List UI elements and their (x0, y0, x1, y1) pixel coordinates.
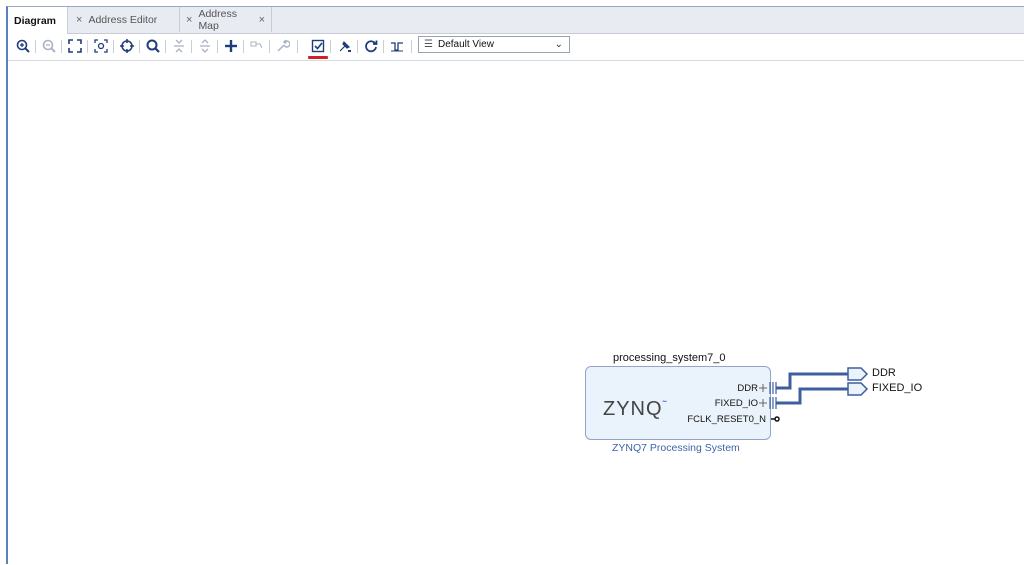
validate-design-icon[interactable] (309, 37, 327, 55)
zynq-logo-text: ZYNQ (603, 398, 663, 420)
tab-label: Address Editor (88, 13, 158, 26)
diagram-toolbar: ☰ Default View ⌄ (8, 34, 1024, 61)
port-label-ddr: DDR (737, 383, 758, 394)
external-port-label-fixed-io: FIXED_IO (872, 382, 923, 394)
close-icon[interactable]: × (259, 14, 265, 26)
view-select-value: Default View (437, 39, 494, 50)
tab-address-editor[interactable]: × Address Editor (70, 7, 180, 32)
make-connection-icon[interactable] (248, 37, 266, 55)
close-icon[interactable]: × (186, 14, 192, 26)
add-ip-icon[interactable] (222, 37, 240, 55)
zoom-out-icon[interactable] (40, 37, 58, 55)
zynq-logo: ZYNQ˜ (603, 398, 668, 420)
list-icon: ☰ (424, 39, 433, 50)
regenerate-layout-icon[interactable] (118, 37, 136, 55)
ip-subtitle: ZYNQ7 Processing System (612, 442, 740, 454)
view-select[interactable]: ☰ Default View ⌄ (418, 36, 570, 53)
search-icon[interactable] (144, 37, 162, 55)
fit-selection-icon[interactable] (92, 37, 110, 55)
run-connection-automation-icon[interactable] (336, 37, 354, 55)
external-port-label-ddr: DDR (872, 367, 896, 379)
close-icon[interactable]: × (76, 14, 82, 26)
optimize-routing-icon[interactable] (388, 37, 406, 55)
chevron-down-icon: ⌄ (554, 39, 563, 50)
port-label-fclk-reset: FCLK_RESET0_N (687, 414, 766, 425)
tab-label: Address Map (198, 7, 237, 32)
port-label-fixed-io: FIXED_IO (714, 398, 758, 409)
refresh-icon[interactable] (362, 37, 380, 55)
collapse-all-icon[interactable] (170, 37, 188, 55)
tab-diagram[interactable]: Diagram (8, 7, 68, 34)
expand-all-icon[interactable] (196, 37, 214, 55)
app-frame: Diagram × Address Editor × Address Map × (6, 6, 1024, 565)
fit-view-icon[interactable] (66, 37, 84, 55)
active-tool-underline (308, 56, 328, 59)
zoom-in-icon[interactable] (14, 37, 32, 55)
customize-block-icon[interactable] (274, 37, 292, 55)
tab-bar: Diagram × Address Editor × Address Map × (8, 7, 1024, 34)
ip-instance-name: processing_system7_0 (613, 352, 726, 364)
tab-address-map[interactable]: × Address Map × (180, 7, 272, 32)
diagram-canvas[interactable] (8, 61, 1024, 565)
tab-label: Diagram (14, 14, 57, 27)
